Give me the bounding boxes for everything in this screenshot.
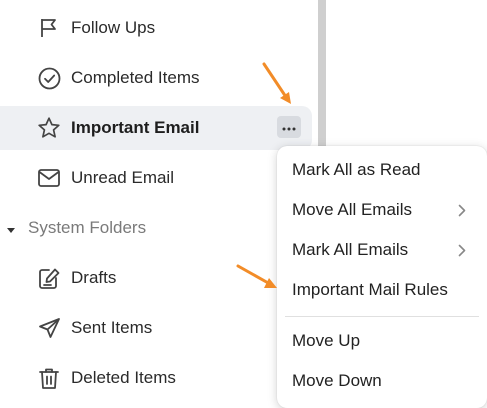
check-circle-icon bbox=[37, 66, 61, 90]
menu-item-label: Mark All Emails bbox=[292, 240, 409, 259]
section-label: System Folders bbox=[28, 218, 147, 237]
menu-item-important-mail-rules[interactable]: Important Mail Rules bbox=[277, 271, 487, 309]
sidebar-item-label: Sent Items bbox=[71, 318, 153, 337]
system-folders-header[interactable]: System Folders bbox=[0, 208, 312, 248]
menu-item-label: Move Down bbox=[292, 371, 382, 390]
sidebar-item-deleted-items[interactable]: Deleted Items bbox=[0, 356, 312, 400]
menu-item-move-up[interactable]: Move Up bbox=[277, 322, 487, 360]
drafts-icon bbox=[37, 266, 61, 290]
menu-divider bbox=[285, 316, 479, 317]
send-icon bbox=[37, 316, 61, 340]
chevron-right-icon bbox=[458, 204, 466, 222]
flag-icon bbox=[37, 16, 61, 40]
sidebar-item-sent-items[interactable]: Sent Items bbox=[0, 306, 312, 350]
sidebar-item-label: Deleted Items bbox=[71, 368, 176, 387]
sidebar-item-unread-email[interactable]: Unread Email bbox=[0, 156, 312, 200]
sidebar-item-important-email[interactable]: Important Email bbox=[0, 106, 312, 150]
sidebar-item-completed-items[interactable]: Completed Items bbox=[0, 56, 312, 100]
menu-item-label: Move All Emails bbox=[292, 200, 412, 219]
menu-item-label: Move Up bbox=[292, 331, 361, 350]
sidebar-item-drafts[interactable]: Drafts bbox=[0, 256, 312, 300]
folder-more-options-button[interactable] bbox=[277, 116, 301, 138]
chevron-right-icon bbox=[458, 244, 466, 262]
folder-context-menu: Mark All as Read Move All Emails Mark Al… bbox=[277, 146, 487, 408]
menu-item-mark-all-as-read[interactable]: Mark All as Read bbox=[277, 151, 487, 189]
sidebar-item-label: Unread Email bbox=[71, 168, 174, 187]
menu-item-mark-all-emails[interactable]: Mark All Emails bbox=[277, 231, 487, 269]
sidebar-item-label: Follow Ups bbox=[71, 18, 156, 37]
folder-sidebar: Follow Ups Completed Items Important Ema… bbox=[0, 0, 318, 408]
menu-item-label: Important Mail Rules bbox=[292, 280, 448, 299]
star-icon bbox=[37, 116, 61, 140]
sidebar-item-label: Important Email bbox=[71, 118, 200, 137]
caret-down-icon bbox=[6, 222, 16, 240]
trash-icon bbox=[37, 366, 61, 390]
menu-item-move-down[interactable]: Move Down bbox=[277, 362, 487, 400]
ellipsis-icon bbox=[282, 118, 296, 136]
menu-item-label: Mark All as Read bbox=[292, 160, 421, 179]
sidebar-item-label: Drafts bbox=[71, 268, 117, 287]
sidebar-item-follow-ups[interactable]: Follow Ups bbox=[0, 6, 312, 50]
envelope-icon bbox=[37, 166, 61, 190]
menu-item-move-all-emails[interactable]: Move All Emails bbox=[277, 191, 487, 229]
sidebar-item-label: Completed Items bbox=[71, 68, 200, 87]
